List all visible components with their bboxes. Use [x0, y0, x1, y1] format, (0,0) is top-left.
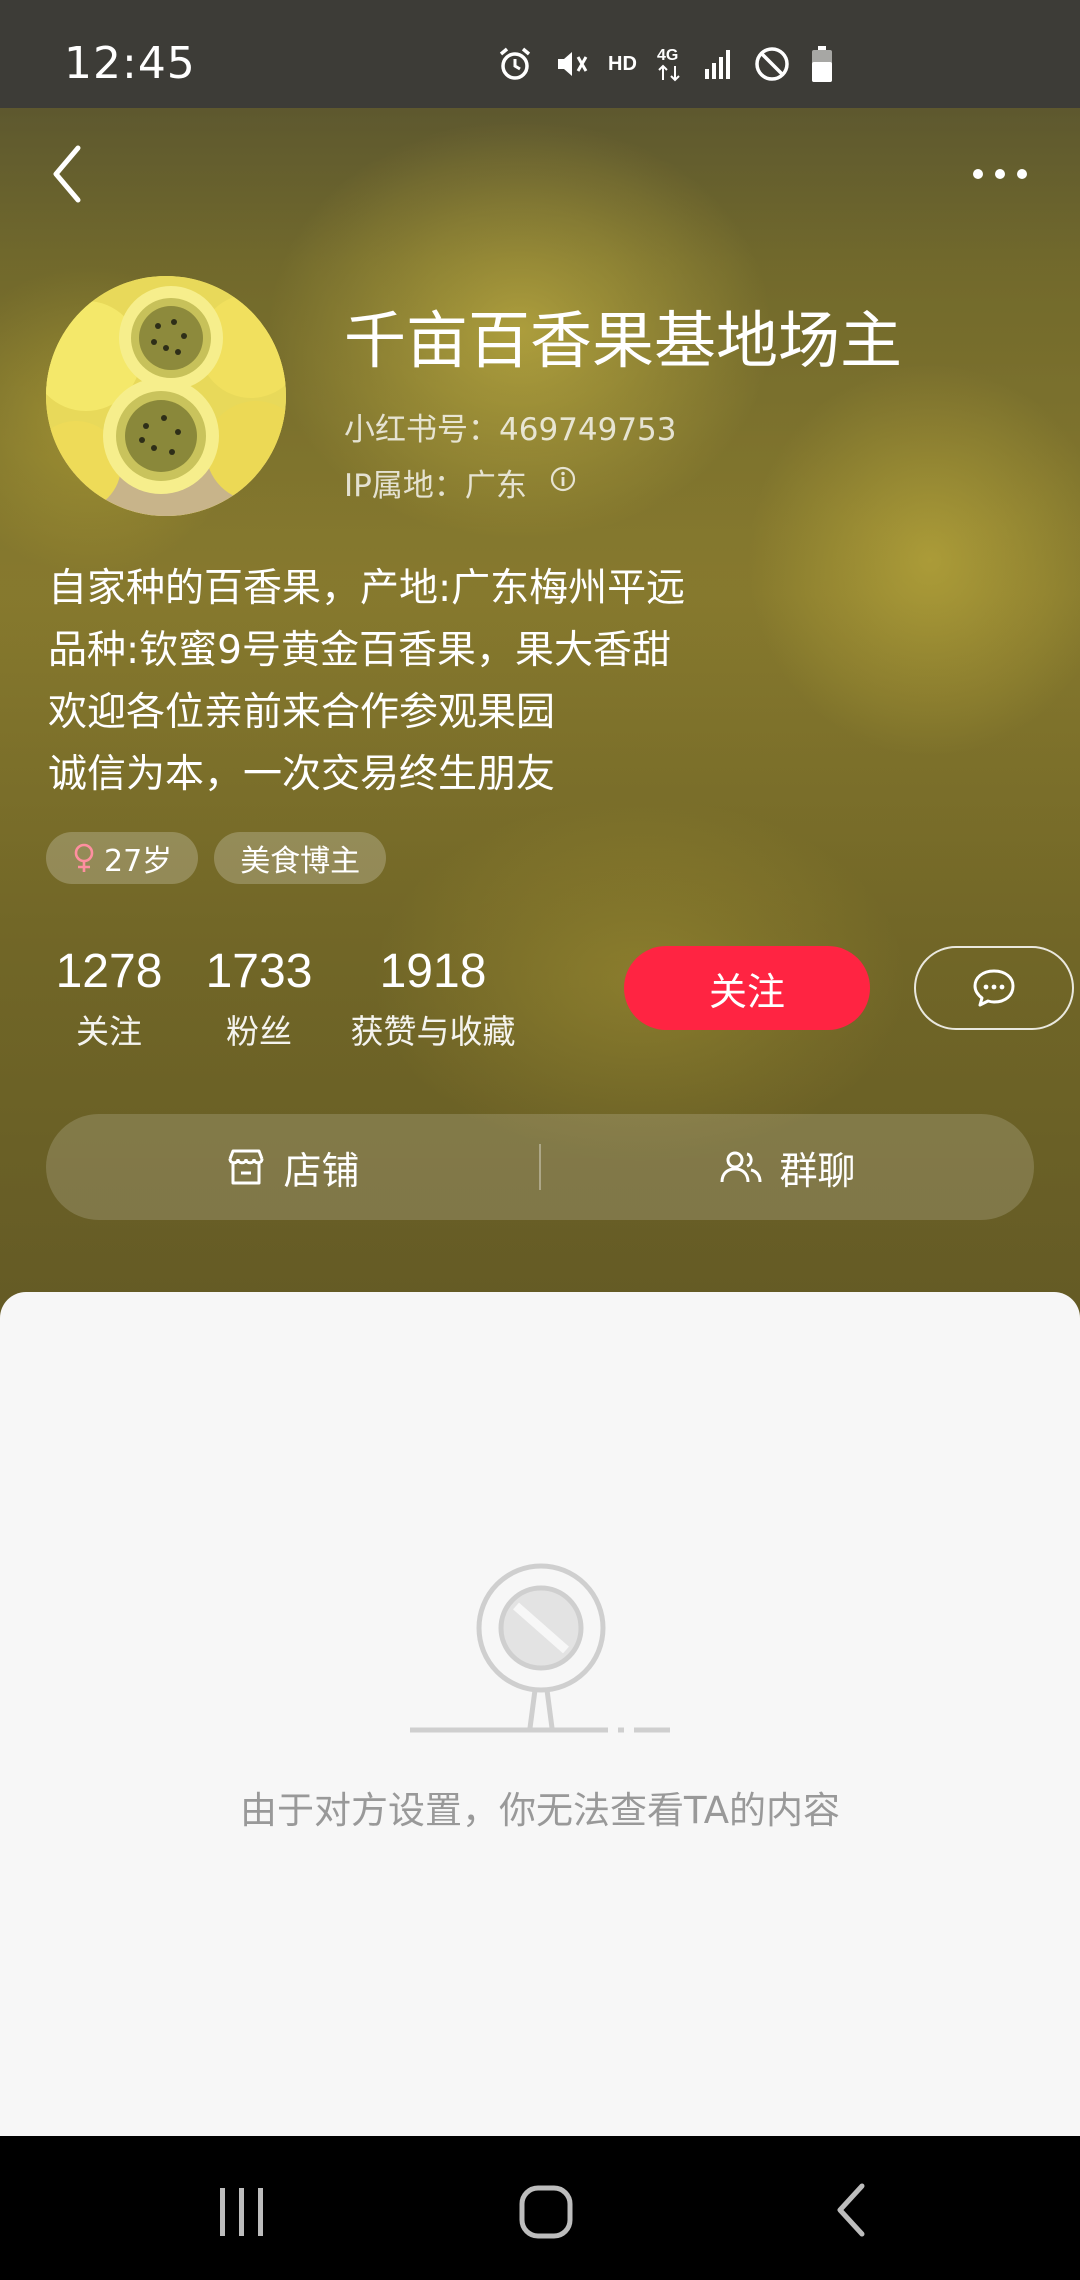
bio-line: 欢迎各位亲前来合作参观果园	[48, 690, 556, 735]
group-chat-label: 群聊	[779, 1148, 856, 1193]
profile-action-bar: 店铺 群聊	[46, 1114, 1034, 1220]
4g-icon: 4G	[655, 44, 685, 84]
age-label: 27岁	[104, 844, 173, 879]
group-icon	[720, 1151, 762, 1183]
system-back-button[interactable]	[832, 2182, 872, 2242]
following-stat[interactable]: 1278 关注	[52, 944, 166, 1053]
followers-count: 1733	[205, 945, 313, 998]
profile-tags: 27岁 美食博主	[46, 832, 387, 884]
battery-icon	[809, 44, 835, 84]
signal-icon	[703, 47, 735, 81]
bio-line: 品种:钦蜜9号黄金百香果，果大香甜	[48, 628, 671, 673]
ip-location: IP属地：广东	[344, 460, 577, 505]
chevron-left-icon	[53, 145, 81, 203]
avatar[interactable]	[46, 276, 286, 516]
status-bar: 12:45 HD 4G	[0, 0, 1080, 108]
do-not-disturb-icon	[753, 45, 791, 83]
shop-icon	[228, 1149, 264, 1185]
system-navigation-bar	[0, 2136, 1080, 2280]
more-options-button[interactable]	[968, 156, 1032, 192]
age-tag: 27岁	[46, 832, 199, 884]
category-label: 美食博主	[240, 844, 361, 879]
status-time: 12:45	[64, 38, 196, 89]
back-button[interactable]	[48, 144, 88, 204]
followers-label: 粉丝	[226, 1012, 292, 1051]
likes-stat[interactable]: 1918 获赞与收藏	[340, 944, 526, 1053]
likes-label: 获赞与收藏	[350, 1012, 516, 1051]
ip-location-text: IP属地：广东	[344, 468, 527, 504]
shop-button[interactable]: 店铺	[46, 1114, 539, 1220]
shop-label: 店铺	[283, 1148, 360, 1193]
passion-fruit-avatar-image	[46, 276, 286, 516]
home-button[interactable]	[518, 2184, 574, 2244]
mute-icon	[552, 45, 590, 83]
likes-count: 1918	[379, 945, 487, 998]
bio: 自家种的百香果，产地:广东梅州平远 品种:钦蜜9号黄金百香果，果大香甜 欢迎各位…	[48, 558, 685, 806]
blocked-message: 由于对方设置，你无法查看TA的内容	[239, 1789, 841, 1832]
group-chat-button[interactable]: 群聊	[541, 1114, 1034, 1220]
back-arrow-icon	[837, 2183, 865, 2237]
info-icon[interactable]	[549, 465, 577, 501]
account-id[interactable]: 小红书号：469749753	[344, 404, 677, 449]
message-bubble-icon	[973, 969, 1015, 1007]
blocked-content-icon	[410, 1563, 670, 1733]
network-label: 4G	[657, 47, 678, 64]
category-tag: 美食博主	[214, 832, 387, 884]
status-icons: HD 4G	[496, 40, 835, 88]
followers-stat[interactable]: 1733 粉丝	[200, 944, 318, 1053]
username: 千亩百香果基地场主	[344, 304, 903, 377]
following-count: 1278	[55, 945, 163, 998]
recent-apps-icon	[220, 2188, 263, 2236]
content-blocked-illustration	[410, 1560, 672, 1740]
more-dots-icon	[973, 169, 1027, 179]
bio-line: 自家种的百香果，产地:广东梅州平远	[48, 566, 686, 611]
female-icon	[74, 843, 94, 872]
alarm-icon	[496, 45, 534, 83]
message-button[interactable]	[914, 946, 1074, 1030]
following-label: 关注	[76, 1012, 142, 1051]
hd-icon: HD	[608, 52, 637, 75]
home-icon	[519, 2185, 573, 2239]
recent-apps-button[interactable]	[216, 2186, 268, 2242]
follow-button[interactable]: 关注	[624, 946, 870, 1030]
bio-line: 诚信为本，一次交易终生朋友	[48, 752, 556, 797]
